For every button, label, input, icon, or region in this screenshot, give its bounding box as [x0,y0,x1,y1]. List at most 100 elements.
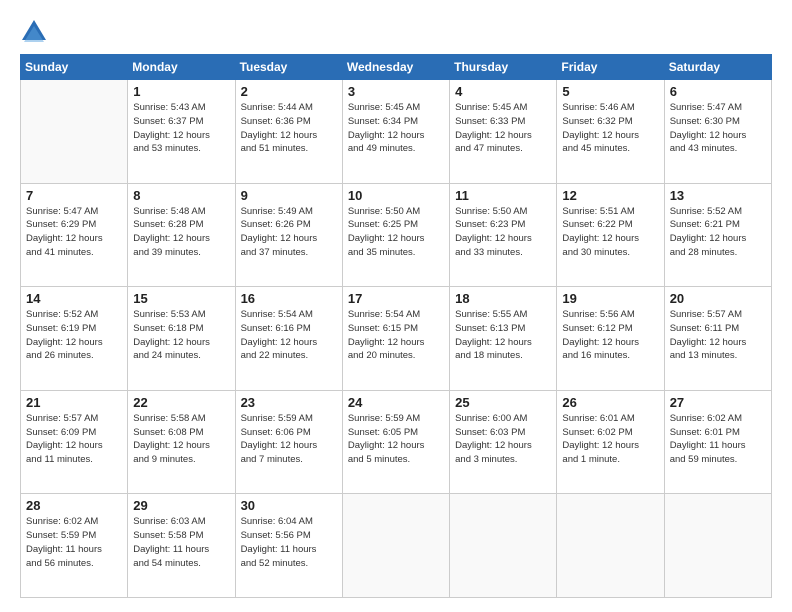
day-number: 2 [241,84,337,99]
calendar-cell: 3 Sunrise: 5:45 AM Sunset: 6:34 PM Daylig… [342,80,449,184]
calendar-cell: 25 Sunrise: 6:00 AM Sunset: 6:03 PM Dayli… [450,390,557,494]
day-info: Sunrise: 6:00 AM Sunset: 6:03 PM Dayligh… [455,412,551,467]
day-number: 28 [26,498,122,513]
day-number: 14 [26,291,122,306]
day-info: Sunrise: 5:59 AM Sunset: 6:05 PM Dayligh… [348,412,444,467]
weekday-header-tuesday: Tuesday [235,55,342,80]
day-number: 15 [133,291,229,306]
calendar-cell: 13 Sunrise: 5:52 AM Sunset: 6:21 PM Dayli… [664,183,771,287]
day-info: Sunrise: 5:49 AM Sunset: 6:26 PM Dayligh… [241,205,337,260]
day-info: Sunrise: 6:02 AM Sunset: 6:01 PM Dayligh… [670,412,766,467]
day-info: Sunrise: 6:03 AM Sunset: 5:58 PM Dayligh… [133,515,229,570]
day-number: 12 [562,188,658,203]
calendar-table: SundayMondayTuesdayWednesdayThursdayFrid… [20,54,772,598]
day-info: Sunrise: 5:58 AM Sunset: 6:08 PM Dayligh… [133,412,229,467]
calendar-cell [21,80,128,184]
day-number: 1 [133,84,229,99]
calendar-cell: 17Sunrise: 5:54 AM Sunset: 6:15 PM Dayli… [342,287,449,391]
day-number: 9 [241,188,337,203]
calendar-cell: 24 Sunrise: 5:59 AM Sunset: 6:05 PM Dayli… [342,390,449,494]
day-number: 7 [26,188,122,203]
calendar-cell [557,494,664,598]
calendar-cell: 6 Sunrise: 5:47 AM Sunset: 6:30 PM Daylig… [664,80,771,184]
day-info: Sunrise: 5:54 AM Sunset: 6:16 PM Dayligh… [241,308,337,363]
calendar-cell: 28 Sunrise: 6:02 AM Sunset: 5:59 PM Dayli… [21,494,128,598]
calendar-week-3: 14 Sunrise: 5:52 AM Sunset: 6:19 PM Dayli… [21,287,772,391]
day-number: 26 [562,395,658,410]
calendar-cell: 12 Sunrise: 5:51 AM Sunset: 6:22 PM Dayli… [557,183,664,287]
header [20,18,772,46]
day-number: 5 [562,84,658,99]
calendar-cell: 20 Sunrise: 5:57 AM Sunset: 6:11 PM Dayli… [664,287,771,391]
day-number: 29 [133,498,229,513]
day-number: 16 [241,291,337,306]
weekday-header-sunday: Sunday [21,55,128,80]
day-info: Sunrise: 5:57 AM Sunset: 6:09 PM Dayligh… [26,412,122,467]
calendar-week-4: 21 Sunrise: 5:57 AM Sunset: 6:09 PM Dayli… [21,390,772,494]
day-number: 24 [348,395,444,410]
calendar-cell: 26Sunrise: 6:01 AM Sunset: 6:02 PM Dayli… [557,390,664,494]
calendar-week-5: 28 Sunrise: 6:02 AM Sunset: 5:59 PM Dayli… [21,494,772,598]
calendar-week-1: 1Sunrise: 5:43 AM Sunset: 6:37 PM Daylig… [21,80,772,184]
weekday-header-thursday: Thursday [450,55,557,80]
day-info: Sunrise: 5:56 AM Sunset: 6:12 PM Dayligh… [562,308,658,363]
day-number: 21 [26,395,122,410]
calendar-cell: 11 Sunrise: 5:50 AM Sunset: 6:23 PM Dayli… [450,183,557,287]
day-number: 25 [455,395,551,410]
day-info: Sunrise: 5:50 AM Sunset: 6:25 PM Dayligh… [348,205,444,260]
calendar-cell: 9 Sunrise: 5:49 AM Sunset: 6:26 PM Daylig… [235,183,342,287]
day-number: 27 [670,395,766,410]
calendar-cell: 30Sunrise: 6:04 AM Sunset: 5:56 PM Dayli… [235,494,342,598]
calendar-cell [450,494,557,598]
calendar-cell: 18Sunrise: 5:55 AM Sunset: 6:13 PM Dayli… [450,287,557,391]
day-number: 19 [562,291,658,306]
day-info: Sunrise: 5:53 AM Sunset: 6:18 PM Dayligh… [133,308,229,363]
weekday-header-monday: Monday [128,55,235,80]
day-info: Sunrise: 5:55 AM Sunset: 6:13 PM Dayligh… [455,308,551,363]
calendar-week-2: 7 Sunrise: 5:47 AM Sunset: 6:29 PM Daylig… [21,183,772,287]
calendar-cell: 4 Sunrise: 5:45 AM Sunset: 6:33 PM Daylig… [450,80,557,184]
weekday-header-saturday: Saturday [664,55,771,80]
calendar-cell: 19 Sunrise: 5:56 AM Sunset: 6:12 PM Dayli… [557,287,664,391]
day-number: 6 [670,84,766,99]
day-info: Sunrise: 5:52 AM Sunset: 6:19 PM Dayligh… [26,308,122,363]
day-info: Sunrise: 5:57 AM Sunset: 6:11 PM Dayligh… [670,308,766,363]
calendar-cell: 22 Sunrise: 5:58 AM Sunset: 6:08 PM Dayli… [128,390,235,494]
calendar-cell: 15 Sunrise: 5:53 AM Sunset: 6:18 PM Dayli… [128,287,235,391]
day-number: 22 [133,395,229,410]
calendar-cell: 16 Sunrise: 5:54 AM Sunset: 6:16 PM Dayli… [235,287,342,391]
logo [20,18,52,46]
calendar-cell: 1Sunrise: 5:43 AM Sunset: 6:37 PM Daylig… [128,80,235,184]
day-info: Sunrise: 5:44 AM Sunset: 6:36 PM Dayligh… [241,101,337,156]
day-number: 8 [133,188,229,203]
calendar-cell [664,494,771,598]
day-info: Sunrise: 5:45 AM Sunset: 6:34 PM Dayligh… [348,101,444,156]
day-info: Sunrise: 5:59 AM Sunset: 6:06 PM Dayligh… [241,412,337,467]
day-info: Sunrise: 5:50 AM Sunset: 6:23 PM Dayligh… [455,205,551,260]
calendar-cell: 29 Sunrise: 6:03 AM Sunset: 5:58 PM Dayli… [128,494,235,598]
day-number: 20 [670,291,766,306]
day-info: Sunrise: 5:52 AM Sunset: 6:21 PM Dayligh… [670,205,766,260]
day-number: 3 [348,84,444,99]
day-number: 30 [241,498,337,513]
weekday-header-row: SundayMondayTuesdayWednesdayThursdayFrid… [21,55,772,80]
day-number: 23 [241,395,337,410]
calendar-cell: 7 Sunrise: 5:47 AM Sunset: 6:29 PM Daylig… [21,183,128,287]
calendar-cell: 2 Sunrise: 5:44 AM Sunset: 6:36 PM Daylig… [235,80,342,184]
calendar-cell [342,494,449,598]
day-info: Sunrise: 5:51 AM Sunset: 6:22 PM Dayligh… [562,205,658,260]
weekday-header-wednesday: Wednesday [342,55,449,80]
calendar-cell: 27 Sunrise: 6:02 AM Sunset: 6:01 PM Dayli… [664,390,771,494]
day-number: 13 [670,188,766,203]
day-info: Sunrise: 6:02 AM Sunset: 5:59 PM Dayligh… [26,515,122,570]
logo-icon [20,18,48,46]
day-info: Sunrise: 5:45 AM Sunset: 6:33 PM Dayligh… [455,101,551,156]
calendar-cell: 23 Sunrise: 5:59 AM Sunset: 6:06 PM Dayli… [235,390,342,494]
calendar-cell: 21 Sunrise: 5:57 AM Sunset: 6:09 PM Dayli… [21,390,128,494]
day-number: 4 [455,84,551,99]
day-info: Sunrise: 5:47 AM Sunset: 6:29 PM Dayligh… [26,205,122,260]
day-number: 17 [348,291,444,306]
day-info: Sunrise: 5:47 AM Sunset: 6:30 PM Dayligh… [670,101,766,156]
day-number: 11 [455,188,551,203]
day-info: Sunrise: 5:46 AM Sunset: 6:32 PM Dayligh… [562,101,658,156]
